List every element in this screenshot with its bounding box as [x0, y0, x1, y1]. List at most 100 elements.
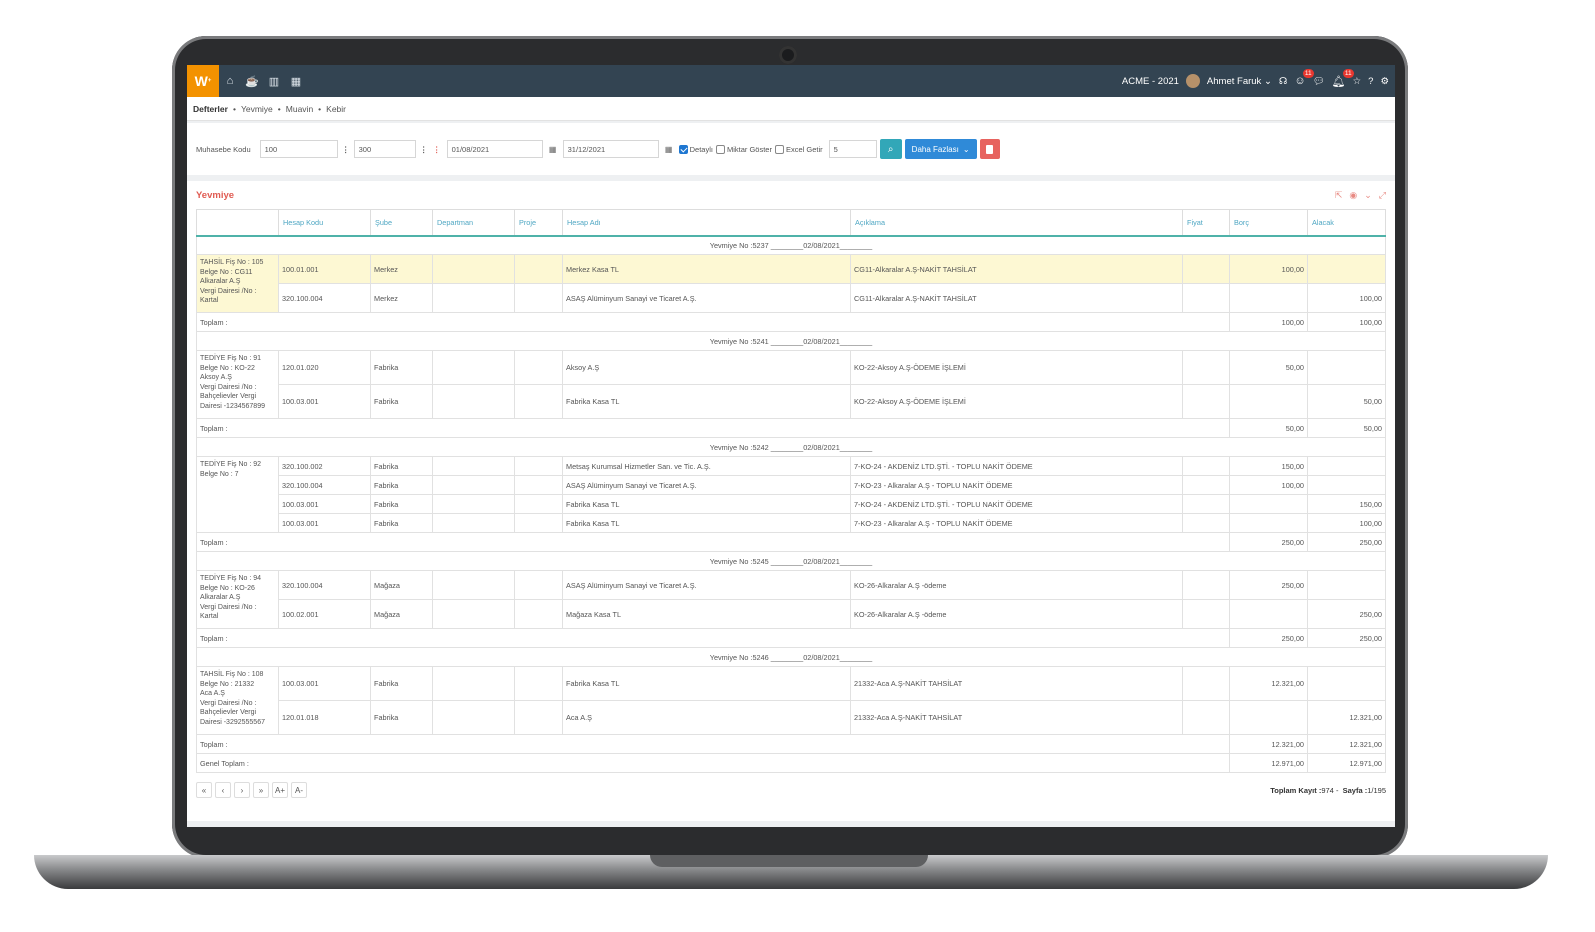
- voucher-info: TAHSİL Fiş No : 108 Belge No : 21332 Aca A…: [196, 666, 279, 735]
- bell-icon[interactable]: 🔔︎ 11: [1332, 68, 1354, 88]
- table-row[interactable]: 120.01.018 Fabrika Aca A.Ş 21332-Aca A.Ş-NA…: [197, 700, 1386, 735]
- description: 7-KO-24 - AKDENİZ LTD.ŞTİ. - TOPLU NAKİT…: [850, 456, 1183, 476]
- table-row[interactable]: 100.03.001 Fabrika Fabrika Kasa TL 7-KO-24 …: [197, 494, 1386, 514]
- column-header[interactable]: Hesap Adı: [562, 209, 851, 237]
- column-header[interactable]: Hesap Kodu: [278, 209, 371, 237]
- credit: [1307, 666, 1386, 701]
- journal-number: Yevmiye No :5245 ________02/08/2021_____…: [196, 551, 1386, 571]
- detayli-checkbox[interactable]: Detaylı: [678, 144, 713, 154]
- breadcrumb-defterler[interactable]: Defterler: [193, 104, 228, 114]
- total-debit: 250,00: [1229, 628, 1308, 648]
- font-increase-button[interactable]: A+: [272, 782, 288, 798]
- code-to-menu-icon[interactable]: ⋮: [419, 145, 429, 154]
- code-from-input[interactable]: 100: [259, 140, 338, 158]
- table-row[interactable]: TAHSİL Fiş No : 108 Belge No : 21332 Aca A…: [196, 666, 1386, 735]
- pdf-button[interactable]: [979, 139, 1000, 159]
- smiley-icon[interactable]: ☺ 11: [1294, 69, 1314, 87]
- star-icon[interactable]: ☆: [1353, 76, 1362, 87]
- miktar-checkbox[interactable]: Miktar Göster: [715, 144, 772, 154]
- voucher-info: TAHSİL Fiş No : 105 Belge No : CG11 Alkara…: [196, 254, 279, 313]
- company-selector[interactable]: ACME - 2021: [1122, 76, 1179, 87]
- app-logo[interactable]: W +: [187, 65, 219, 97]
- excel-checkbox[interactable]: Excel Getir: [774, 144, 823, 154]
- table-row[interactable]: 100.02.001 Mağaza Mağaza Kasa TL KO-26-Alka…: [197, 599, 1386, 629]
- more-button[interactable]: Daha Fazlası ⌄: [904, 139, 977, 159]
- price: [1182, 283, 1230, 313]
- column-header[interactable]: Borç: [1229, 209, 1308, 237]
- total-label: Toplam :: [196, 312, 1230, 332]
- search-button[interactable]: ⌕: [879, 139, 902, 159]
- column-header[interactable]: Açıklama: [850, 209, 1183, 237]
- count-input[interactable]: 5: [828, 140, 877, 158]
- account-code: 320.100.004: [278, 475, 371, 495]
- table-row[interactable]: 100.03.001 Fabrika Fabrika Kasa TL 7-KO-23 …: [197, 513, 1386, 533]
- branch: Fabrika: [370, 475, 433, 495]
- table-row[interactable]: 320.100.004 Fabrika ASAŞ Alüminyum Sanayi …: [197, 475, 1386, 495]
- column-header[interactable]: Departman: [432, 209, 515, 237]
- journal-number-row: Yevmiye No :5245 ________02/08/2021_____…: [196, 551, 1386, 571]
- price: [1182, 456, 1230, 476]
- user-menu[interactable]: Ahmet Faruk ⌄: [1207, 76, 1272, 87]
- credit: 100,00: [1307, 283, 1386, 313]
- table-row[interactable]: 320.100.004 Merkez ASAŞ Alüminyum Sanayi v…: [197, 283, 1386, 313]
- chat-icon[interactable]: 💬︎: [1313, 76, 1325, 87]
- font-decrease-button[interactable]: A-: [291, 782, 307, 798]
- voucher-info: TEDİYE Fiş No : 92 Belge No : 7: [196, 456, 279, 533]
- help-icon[interactable]: ?: [1368, 76, 1373, 87]
- price: [1182, 666, 1230, 701]
- calendar-icon[interactable]: ▦: [546, 145, 560, 154]
- credit: [1307, 475, 1386, 495]
- total-debit: 100,00: [1229, 312, 1308, 332]
- description: 7-KO-23 - Alkaralar A.Ş - TOPLU NAKİT ÖD…: [850, 475, 1183, 495]
- date-to-input[interactable]: 31/12/2021: [562, 140, 659, 158]
- column-header[interactable]: Alacak: [1307, 209, 1386, 237]
- table-row[interactable]: TEDİYE Fiş No : 94 Belge No : KO-26 Alkara…: [196, 570, 1386, 629]
- prev-page-button[interactable]: ‹: [215, 782, 231, 798]
- top-bar: W + ⌂ ☕ ▥ ▦ ACME - 2021 Ahmet Faruk ⌄ ☊ ☺…: [187, 65, 1395, 97]
- column-header[interactable]: [196, 209, 279, 237]
- department: [432, 513, 515, 533]
- home-icon[interactable]: ⌂: [219, 75, 241, 87]
- chart-icon[interactable]: ▥: [263, 75, 285, 88]
- date-from-input[interactable]: 01/08/2021: [446, 140, 543, 158]
- column-header[interactable]: Fiyat: [1182, 209, 1230, 237]
- table-row[interactable]: 100.03.001 Fabrika Fabrika Kasa TL KO-22-Ak…: [197, 384, 1386, 419]
- total-credit: 50,00: [1307, 418, 1386, 438]
- table-row[interactable]: TEDİYE Fiş No : 91 Belge No : KO-22 Aksoy …: [196, 350, 1386, 419]
- column-header[interactable]: Şube: [370, 209, 433, 237]
- export-icon[interactable]: ⇱: [1335, 190, 1343, 201]
- chevron-down-icon[interactable]: ⌄: [1364, 190, 1372, 201]
- code-from-menu-icon[interactable]: ⋮: [341, 145, 351, 154]
- breadcrumb-muavin[interactable]: Muavin: [286, 104, 313, 114]
- breadcrumb-yevmiye[interactable]: Yevmiye: [241, 104, 273, 114]
- expand-icon[interactable]: ⤢: [1379, 190, 1386, 201]
- price: [1182, 475, 1230, 495]
- eye-icon[interactable]: ◉: [1349, 190, 1357, 201]
- coffee-icon[interactable]: ☕: [241, 75, 263, 88]
- code-to-input[interactable]: 300: [353, 140, 416, 158]
- table-row[interactable]: TEDİYE Fiş No : 92 Belge No : 7 320.100.00…: [196, 456, 1386, 533]
- project: [514, 254, 563, 284]
- department: [432, 283, 515, 313]
- table-row[interactable]: TAHSİL Fiş No : 105 Belge No : CG11 Alkara…: [196, 254, 1386, 313]
- next-page-button[interactable]: ›: [234, 782, 250, 798]
- branch: Merkez: [370, 283, 433, 313]
- calculator-icon[interactable]: ▦: [285, 75, 307, 88]
- account-name: ASAŞ Alüminyum Sanayi ve Ticaret A.Ş.: [562, 475, 851, 495]
- last-page-button[interactable]: »: [253, 782, 269, 798]
- journal-number: Yevmiye No :5242 ________02/08/2021_____…: [196, 437, 1386, 457]
- total-credit: 12.971,00: [1307, 753, 1386, 773]
- code-clear-icon[interactable]: ⋮: [432, 145, 442, 154]
- description: CG11-Alkaralar A.Ş-NAKİT TAHSİLAT: [850, 254, 1183, 284]
- account-code: 100.03.001: [278, 384, 371, 419]
- total-credit: 250,00: [1307, 532, 1386, 552]
- headset-icon[interactable]: ☊: [1279, 76, 1287, 87]
- gear-icon[interactable]: ⚙: [1380, 76, 1389, 87]
- calendar-icon[interactable]: ▦: [662, 145, 676, 154]
- breadcrumb: Defterler • Yevmiye • Muavin • Kebir: [187, 97, 1395, 121]
- column-header[interactable]: Proje: [514, 209, 563, 237]
- first-page-button[interactable]: «: [196, 782, 212, 798]
- total-credit: 100,00: [1307, 312, 1386, 332]
- breadcrumb-kebir[interactable]: Kebir: [326, 104, 346, 114]
- description: KO-22-Aksoy A.Ş-ÖDEME İŞLEMİ: [850, 384, 1183, 419]
